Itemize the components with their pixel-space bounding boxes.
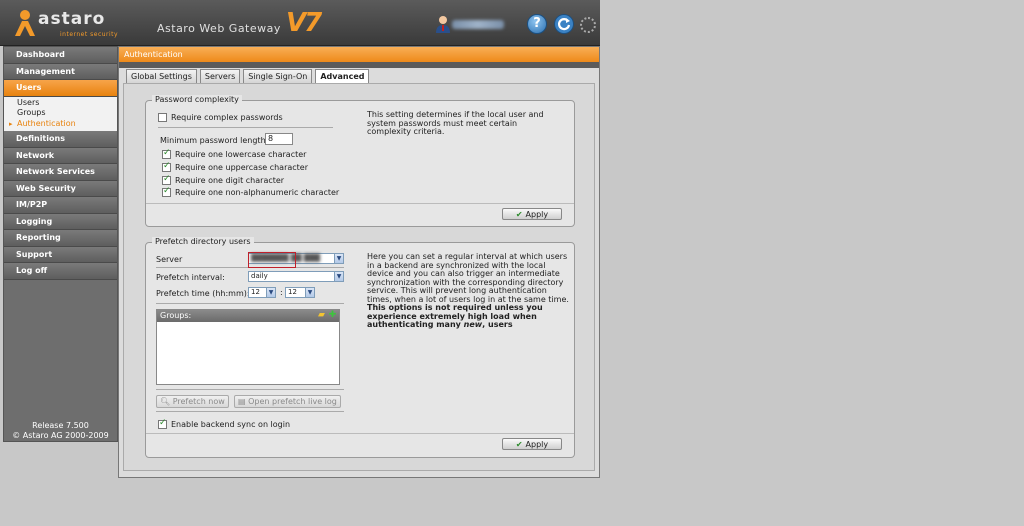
chevron-down-icon: ▼ [334, 272, 343, 281]
prefetch-time-label: Prefetch time (hh:mm): [156, 289, 250, 298]
sidebar-item-support[interactable]: Support [4, 246, 117, 263]
prefetch-help-text: Here you can set a regular interval at w… [367, 252, 569, 329]
tab-servers[interactable]: Servers [199, 69, 241, 83]
brand-name: astaro [38, 9, 106, 29]
digit-checkbox[interactable] [162, 174, 171, 185]
users-submenu: Users Groups Authentication [4, 96, 117, 131]
highlight-annotation [248, 252, 296, 268]
tab-single-sign-on[interactable]: Single Sign-On [243, 69, 313, 83]
product-title: Astaro Web Gateway [157, 22, 281, 35]
sidebar-item-network[interactable]: Network [4, 147, 117, 164]
enable-sync-checkbox[interactable] [158, 418, 167, 429]
divider [158, 127, 333, 128]
brand-tagline: internet security [60, 31, 119, 38]
tab-advanced[interactable]: Advanced [315, 69, 370, 84]
divider [156, 411, 344, 412]
interval-value: daily [251, 272, 268, 280]
prefetch-now-button[interactable]: 🔍︎ Prefetch now [156, 395, 229, 408]
tab-bar: Global Settings Servers Single Sign-On A… [126, 69, 372, 84]
hour-value: 12 [251, 288, 260, 296]
page-title: Authentication [119, 47, 599, 62]
submenu-item-groups[interactable]: Groups [4, 108, 117, 119]
lowercase-checkbox[interactable] [162, 148, 171, 159]
groups-label: Groups: [160, 311, 192, 320]
chevron-down-icon: ▼ [334, 254, 343, 263]
divider [146, 433, 574, 434]
interval-select[interactable]: daily ▼ [248, 271, 344, 282]
search-icon: 🔍︎ [160, 397, 171, 406]
password-apply-button[interactable]: ✔ Apply [502, 208, 562, 220]
checkmark-icon: ✔ [515, 210, 523, 219]
require-complex-label: Require complex passwords [171, 113, 283, 122]
document-icon: ▤ [238, 397, 246, 406]
submenu-item-users[interactable]: Users [4, 98, 117, 109]
min-length-input[interactable]: 8 [265, 133, 293, 145]
title-strip [119, 62, 599, 68]
user-icon [436, 16, 450, 33]
prefetch-users-legend: Prefetch directory users [152, 237, 254, 246]
prefetch-users-box: Prefetch directory users Server ███████ … [145, 237, 575, 458]
sidebar-item-definitions[interactable]: Definitions [4, 131, 117, 148]
open-live-log-button[interactable]: ▤ Open prefetch live log [234, 395, 341, 408]
hour-select[interactable]: 12 ▼ [248, 287, 276, 298]
checkmark-icon: ✔ [515, 440, 523, 449]
chevron-down-icon: ▼ [266, 288, 275, 297]
password-complexity-legend: Password complexity [152, 95, 242, 104]
tab-global-settings[interactable]: Global Settings [126, 69, 197, 83]
groups-header: Groups: ▰ ✚ [157, 310, 339, 322]
sidebar-item-dashboard[interactable]: Dashboard [4, 47, 117, 64]
activity-spinner-icon [580, 17, 596, 33]
divider [146, 203, 574, 204]
digit-label: Require one digit character [175, 176, 285, 185]
sidebar-item-web-security[interactable]: Web Security [4, 180, 117, 197]
min-length-label: Minimum password length: [160, 136, 269, 145]
copyright: © Astaro AG 2000-2009 [12, 431, 109, 440]
time-separator: : [280, 288, 283, 297]
sidebar-item-reporting[interactable]: Reporting [4, 230, 117, 247]
sidebar-item-management[interactable]: Management [4, 63, 117, 80]
server-label: Server [156, 255, 183, 264]
user-name-redacted [452, 20, 504, 29]
release-version: Release 7.500 [32, 421, 89, 430]
minute-select[interactable]: 12 ▼ [285, 287, 315, 298]
uppercase-checkbox[interactable] [162, 161, 171, 172]
submenu-item-authentication[interactable]: Authentication [4, 119, 117, 130]
sidebar-item-log-off[interactable]: Log off [4, 263, 117, 280]
release-info: Release 7.500 © Astaro AG 2000-2009 [4, 421, 117, 441]
minute-value: 12 [288, 288, 297, 296]
nonalnum-checkbox[interactable] [162, 186, 171, 197]
tab-content: Password complexity Require complex pass… [123, 83, 595, 471]
password-complexity-box: Password complexity Require complex pass… [145, 95, 575, 227]
prefetch-apply-button[interactable]: ✔ Apply [502, 438, 562, 450]
password-help-text: This setting determines if the local use… [367, 110, 544, 136]
sidebar-item-im-p2p[interactable]: IM/P2P [4, 197, 117, 214]
reload-icon[interactable] [554, 14, 574, 34]
main-panel: Authentication Global Settings Servers S… [118, 46, 600, 478]
nonalnum-label: Require one non-alphanumeric character [175, 188, 340, 197]
sidebar-item-logging[interactable]: Logging [4, 213, 117, 230]
divider [156, 303, 344, 304]
sidebar-item-network-services[interactable]: Network Services [4, 164, 117, 181]
groups-list[interactable]: Groups: ▰ ✚ [156, 309, 340, 385]
astaro-logo: astaro internet security [12, 6, 122, 42]
add-icon[interactable]: ✚ [328, 311, 337, 320]
folder-icon[interactable]: ▰ [317, 311, 326, 320]
sidebar-nav: Dashboard Management Users Users Groups … [3, 46, 118, 442]
interval-label: Prefetch interval: [156, 273, 225, 282]
require-complex-checkbox[interactable] [158, 113, 167, 122]
help-button[interactable]: ? [527, 14, 547, 34]
chevron-down-icon: ▼ [305, 288, 314, 297]
divider [156, 389, 344, 390]
enable-sync-label: Enable backend sync on login [171, 420, 291, 429]
sidebar-item-users[interactable]: Users [4, 80, 117, 97]
astaro-logo-icon [15, 10, 35, 36]
lowercase-label: Require one lowercase character [175, 150, 307, 159]
version-logo: V7 [286, 8, 322, 38]
app-header: astaro internet security Astaro Web Gate… [0, 0, 600, 46]
uppercase-label: Require one uppercase character [175, 163, 309, 172]
